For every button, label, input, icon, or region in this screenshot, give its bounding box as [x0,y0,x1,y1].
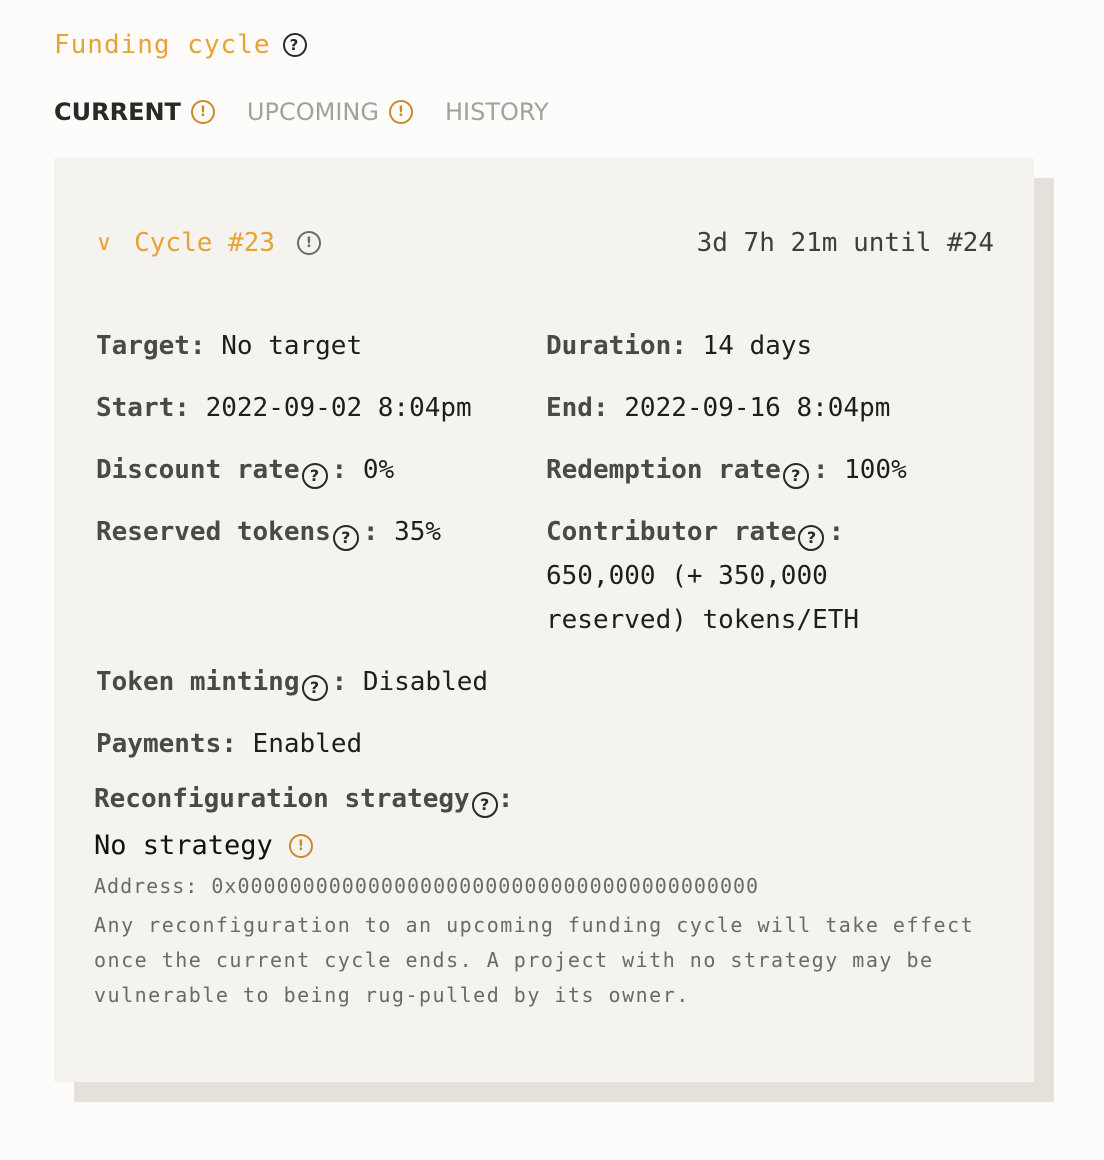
question-circle-icon[interactable]: ? [471,792,498,818]
address-value: 0x00000000000000000000000000000000000000… [211,874,760,898]
reserved-tokens-label: Reserved tokens [96,517,331,547]
cycle-countdown: 3d 7h 21m until #24 [696,228,994,258]
duration-value: 14 days [702,331,813,361]
exclamation-circle-icon[interactable]: ! [297,231,321,255]
discount-rate-value: 0% [362,455,395,485]
token-minting-label: Token minting [96,667,300,697]
question-circle-icon[interactable]: ? [282,33,307,57]
cycle-title: Cycle #23 [134,228,275,258]
reconfiguration-strategy-label: Reconfiguration strategy?: [94,784,513,818]
chevron-down-icon[interactable]: ∨ [96,231,112,256]
payments-field: Payments: Enabled [96,729,363,759]
cycle-tabs: CURRENT ! UPCOMING ! HISTORY [54,98,581,126]
question-circle-icon[interactable]: ? [301,675,328,701]
duration-label: Duration [546,331,672,361]
contributor-rate-value-line2: reserved) tokens/ETH [546,605,860,635]
question-circle-icon[interactable]: ? [332,525,359,551]
target-value: No target [221,331,363,361]
contributor-rate-label: Contributor rate [546,517,797,547]
reserved-tokens-field: Reserved tokens?: 35% [96,510,441,554]
funding-cycle-title-text: Funding cycle [54,30,271,60]
start-value: 2022-09-02 8:04pm [205,393,472,423]
payments-value: Enabled [252,729,363,759]
strategy-address: Address: 0x00000000000000000000000000000… [94,874,759,898]
funding-cycle-title: Funding cycle ? [54,30,307,60]
end-label: End [546,393,593,423]
strategy-note: Any reconfiguration to an upcoming fundi… [94,913,975,1007]
tab-upcoming-label: UPCOMING [246,98,379,126]
exclamation-circle-icon[interactable]: ! [190,100,215,124]
redemption-rate-field: Redemption rate?: 100% [546,448,907,492]
strategy-name: No strategy ! [94,830,313,861]
duration-field: Duration: 14 days [546,331,813,361]
start-label: Start [96,393,175,423]
tab-history-label: HISTORY [444,98,549,126]
target-label: Target [96,331,190,361]
end-value: 2022-09-16 8:04pm [624,393,891,423]
redemption-rate-value: 100% [844,455,907,485]
payments-label: Payments [96,729,222,759]
cycle-header[interactable]: ∨ Cycle #23 ! [96,228,321,258]
redemption-rate-label: Redemption rate [546,455,781,485]
cycle-card: ∨ Cycle #23 ! 3d 7h 21m until #24 Target… [54,158,1034,1082]
tab-current-label: CURRENT [54,98,181,126]
tab-current[interactable]: CURRENT ! [54,98,215,126]
end-field: End: 2022-09-16 8:04pm [546,393,891,423]
address-label: Address: [94,874,199,898]
tab-history[interactable]: HISTORY [445,98,549,126]
tab-upcoming[interactable]: UPCOMING ! [247,98,413,126]
strategy-name-text: No strategy [94,830,273,861]
target-field: Target: No target [96,331,363,361]
contributor-rate-field: Contributor rate?: 650,000 (+ 350,000 re… [546,517,860,635]
discount-rate-field: Discount rate?: 0% [96,448,394,492]
token-minting-field: Token minting?: Disabled [96,660,488,704]
token-minting-value: Disabled [362,667,489,697]
question-circle-icon[interactable]: ? [782,463,809,489]
discount-rate-label: Discount rate [96,455,300,485]
question-circle-icon[interactable]: ? [798,525,825,551]
start-field: Start: 2022-09-02 8:04pm [96,393,472,423]
reserved-tokens-value: 35% [394,517,442,547]
exclamation-circle-icon[interactable]: ! [288,833,313,858]
exclamation-circle-icon[interactable]: ! [388,100,413,124]
question-circle-icon[interactable]: ? [301,463,328,489]
contributor-rate-value-line1: 650,000 (+ 350,000 [546,561,828,591]
reconfiguration-strategy-label-text: Reconfiguration strategy [94,784,470,814]
